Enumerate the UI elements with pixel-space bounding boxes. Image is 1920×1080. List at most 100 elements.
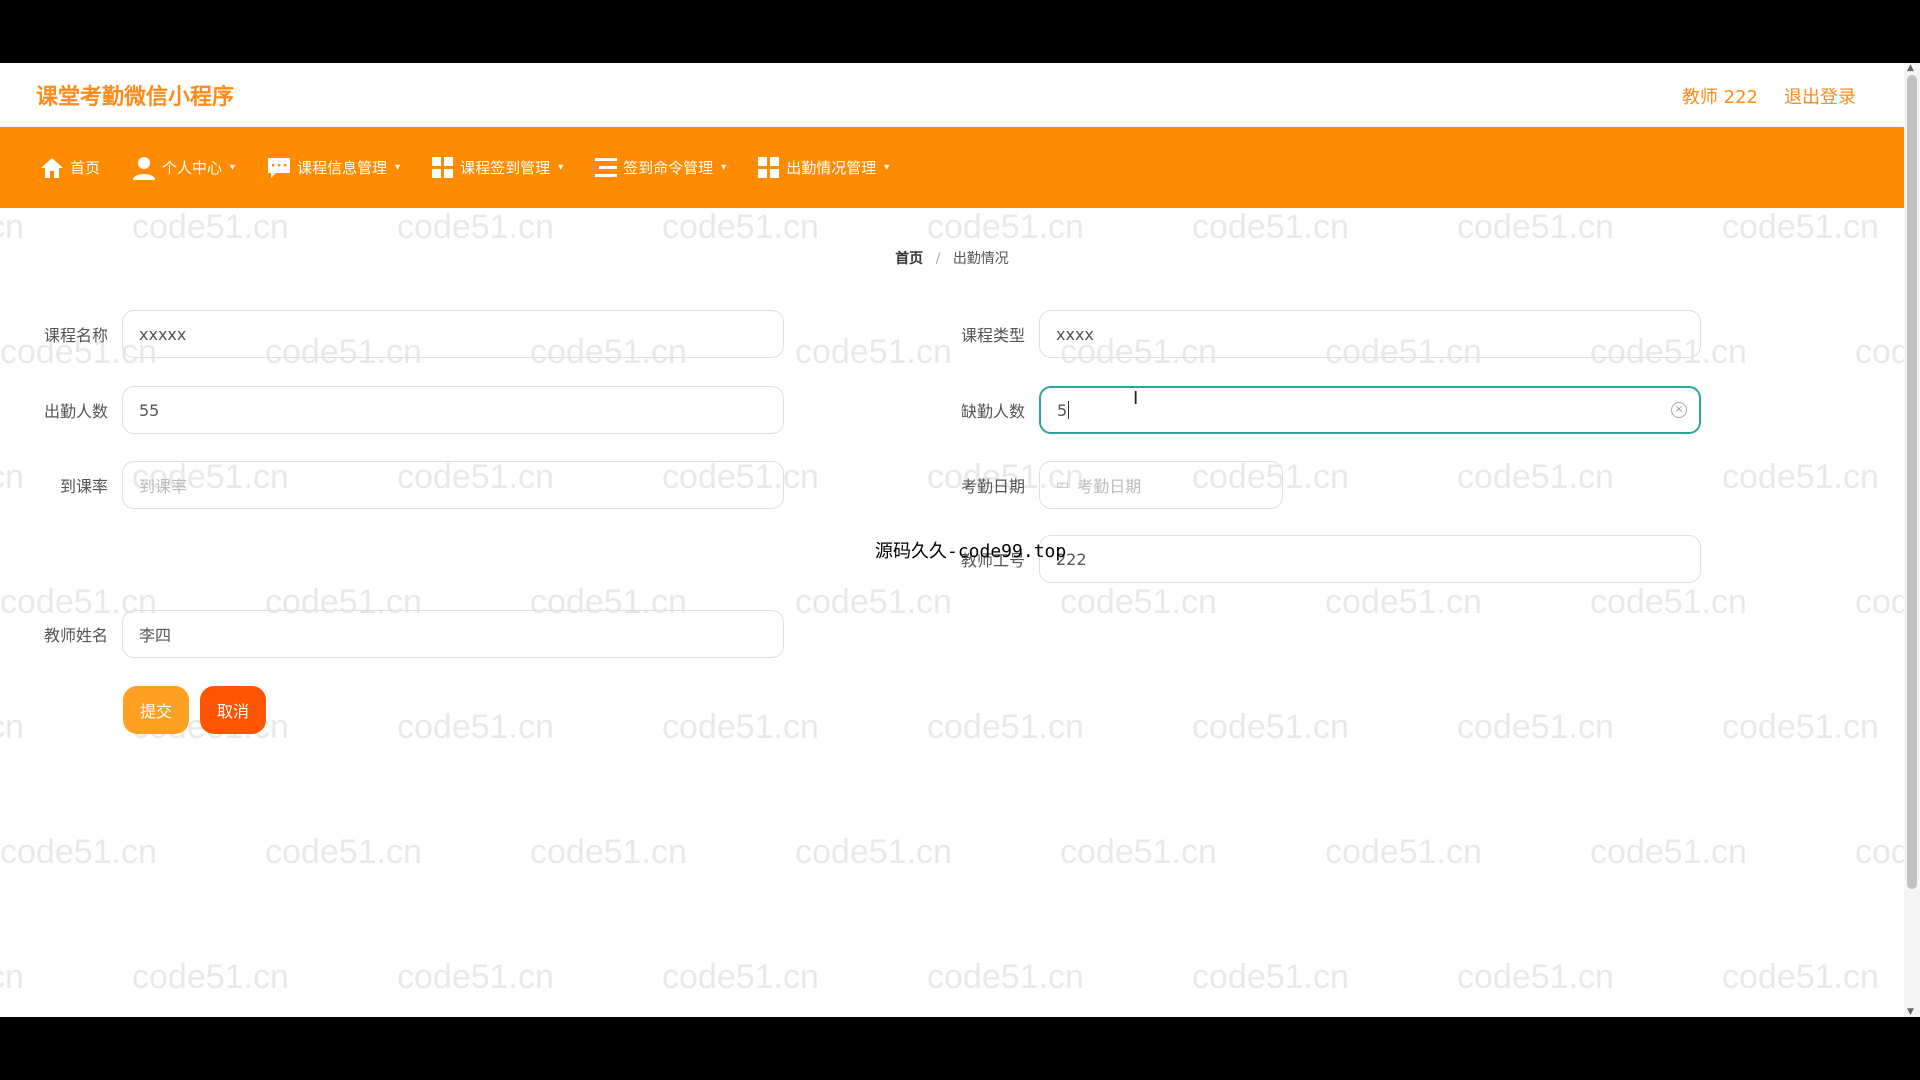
nav-label: 课程信息管理	[297, 159, 388, 177]
scroll-thumb[interactable]	[1907, 75, 1917, 889]
attendance-count-value: 55	[139, 400, 160, 420]
nav-item-home[interactable]: 首页	[40, 127, 100, 208]
watermark-text: code51.cn	[1192, 958, 1349, 996]
attendance-date-picker[interactable]: ▭ 考勤日期	[1039, 461, 1283, 509]
nav-item-course-info[interactable]: 课程信息管理 ▾	[267, 127, 400, 208]
watermark-text: code51.cn	[397, 958, 554, 996]
absence-count-value: 5	[1057, 400, 1068, 420]
nav-item-course-signin[interactable]: 课程签到管理 ▾	[432, 127, 563, 208]
main-nav: 首页 个人中心 ▾ 课程信息管理 ▾ 课程签到管理 ▾ 签到命令管理 ▾ 出勤情…	[0, 127, 1904, 208]
user-icon	[133, 156, 156, 180]
nav-item-attendance[interactable]: 出勤情况管理 ▾	[758, 127, 889, 208]
mouse-text-cursor-icon: I	[1133, 388, 1139, 409]
watermark-text: code51.cn	[0, 833, 157, 871]
watermark-text: code51.cn	[927, 708, 1084, 746]
attendance-rate-label: 到课率	[59, 477, 108, 496]
watermark-text: code51.cn	[132, 958, 289, 996]
attendance-count-input[interactable]: 55	[122, 386, 784, 434]
watermark-text: code51.cn	[0, 208, 24, 246]
course-type-label: 课程类型	[960, 326, 1025, 345]
chevron-down-icon: ▾	[558, 162, 564, 173]
nav-label: 个人中心	[162, 159, 223, 177]
teacher-id-input[interactable]: 222	[1039, 535, 1701, 583]
attendance-date-label: 考勤日期	[960, 477, 1025, 496]
nav-item-signin-command[interactable]: 签到命令管理 ▾	[595, 127, 726, 208]
list-icon	[595, 157, 618, 177]
course-type-input[interactable]: xxxx	[1039, 310, 1701, 358]
absence-count-label: 缺勤人数	[960, 402, 1025, 421]
user-area: 教师 222 退出登录	[1682, 83, 1856, 109]
nav-item-personal-center[interactable]: 个人中心 ▾	[132, 127, 235, 208]
breadcrumb-current: 出勤情况	[952, 251, 1009, 267]
watermark-text: code51.cn	[0, 708, 24, 746]
attendance-date-placeholder: 考勤日期	[1077, 477, 1142, 496]
teacher-name-input[interactable]: 李四	[122, 610, 784, 658]
watermark-text: code51.cn	[927, 208, 1084, 246]
scroll-up-icon[interactable]: ▲	[1907, 63, 1914, 73]
breadcrumb: 首页 / 出勤情况	[0, 248, 1904, 268]
teacher-name-label: 教师姓名	[43, 626, 108, 645]
logout-link[interactable]: 退出登录	[1784, 83, 1856, 109]
course-name-row: 课程名称 xxxxx	[12, 310, 784, 358]
watermark-text: code51.cn	[662, 208, 819, 246]
attendance-rate-row: 到课率 到课率	[12, 461, 784, 509]
watermark-text: code51.cn	[1722, 458, 1879, 496]
watermark-text: code51.cn	[662, 708, 819, 746]
watermark-text: code51.cn	[1060, 833, 1217, 871]
watermark-text: code51.cn	[1325, 583, 1482, 621]
attendance-count-row: 出勤人数 55	[12, 386, 784, 434]
breadcrumb-separator: /	[935, 251, 941, 267]
watermark-text: code51.cn	[1457, 458, 1614, 496]
app-title: 课堂考勤微信小程序	[36, 85, 235, 110]
overlay-watermark-text: 源码久久-code99.top	[875, 541, 1067, 562]
nav-label: 首页	[70, 159, 101, 177]
breadcrumb-home[interactable]: 首页	[895, 251, 923, 267]
chevron-down-icon: ▾	[721, 162, 727, 173]
clear-icon[interactable]: ×	[1671, 402, 1687, 418]
watermark-text: code51.cn	[795, 833, 952, 871]
top-header: 课堂考勤微信小程序 教师 222 退出登录	[0, 63, 1904, 127]
text-caret	[1068, 401, 1070, 419]
scroll-down-icon[interactable]: ▼	[1907, 1007, 1914, 1017]
watermark-text: code51.cn	[0, 958, 24, 996]
course-type-value: xxxx	[1056, 324, 1094, 344]
watermark-text: code51.cn	[1192, 208, 1349, 246]
grid-icon	[758, 156, 780, 178]
teacher-name-row: 教师姓名 李四	[12, 610, 784, 658]
watermark-text: code51.cn	[397, 708, 554, 746]
teacher-name-value: 李四	[139, 626, 172, 645]
attendance-date-row: 考勤日期 ▭ 考勤日期	[929, 461, 1283, 509]
calendar-icon: ▭	[1056, 477, 1070, 493]
attendance-count-label: 出勤人数	[43, 402, 108, 421]
watermark-text: code51.cn	[1590, 833, 1747, 871]
nav-label: 课程签到管理	[460, 159, 551, 177]
watermark-text: code51.cn	[265, 833, 422, 871]
user-name: 教师 222	[1681, 87, 1758, 108]
watermark-text: code51.cn	[530, 833, 687, 871]
chevron-down-icon: ▾	[230, 162, 236, 173]
course-name-input[interactable]: xxxxx	[122, 310, 784, 358]
attendance-rate-input[interactable]: 到课率	[122, 461, 784, 509]
grid-icon	[432, 156, 454, 178]
submit-button[interactable]: 提交	[123, 686, 189, 734]
watermark-text: code51.cn	[1590, 583, 1747, 621]
watermark-text: code51.cn	[1457, 708, 1614, 746]
nav-label: 签到命令管理	[623, 159, 714, 177]
home-icon	[41, 157, 63, 178]
watermark-text: code51.cn	[1192, 708, 1349, 746]
chevron-down-icon: ▾	[884, 162, 890, 173]
watermark-text: code51.cn	[1325, 833, 1482, 871]
watermark-text: code51.cn	[1722, 958, 1879, 996]
watermark-text: code51.cn	[1060, 583, 1217, 621]
watermark-text: code51.cn	[132, 208, 289, 246]
watermark-text: code51.cn	[1457, 958, 1614, 996]
cancel-button[interactable]: 取消	[200, 686, 266, 734]
course-name-label: 课程名称	[43, 326, 108, 345]
absence-count-row: 缺勤人数 5 ×	[929, 386, 1701, 434]
course-type-row: 课程类型 xxxx	[929, 310, 1701, 358]
vertical-scrollbar[interactable]: ▲ ▼	[1904, 63, 1920, 1017]
chat-icon	[268, 157, 291, 178]
chevron-down-icon: ▾	[395, 162, 401, 173]
watermark-text: code51.cn	[1722, 208, 1879, 246]
attendance-rate-placeholder: 到课率	[139, 477, 188, 496]
